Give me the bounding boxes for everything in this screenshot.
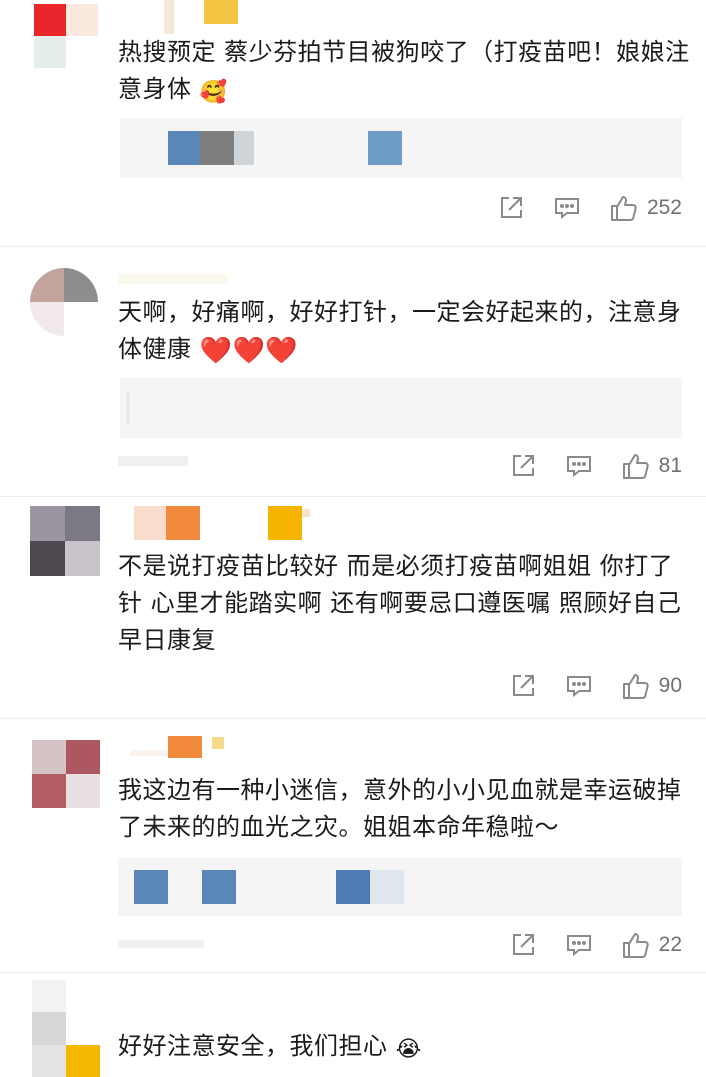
thumbs-up-icon (610, 196, 637, 221)
divider (0, 496, 706, 497)
avatar[interactable] (34, 4, 98, 68)
comment-button[interactable] (565, 672, 593, 700)
comment-button[interactable] (565, 931, 593, 959)
share-button[interactable] (509, 931, 537, 959)
share-icon (512, 455, 534, 476)
comment-item: 我这边有一种小迷信，意外的小小见血就是幸运破掉了未来的的血光之灾。姐姐本命年稳啦… (0, 730, 706, 970)
avatar[interactable] (30, 268, 98, 336)
like-count: 81 (658, 454, 682, 477)
comment-text: 天啊，好痛啊，好好打针，一定会好起来的，注意身体健康 ❤️❤️❤️ (118, 294, 693, 368)
like-button[interactable]: 81 (621, 451, 682, 481)
username-pixelated[interactable] (118, 262, 228, 296)
thumbs-up-icon (622, 454, 649, 479)
reply-preview[interactable] (120, 378, 682, 438)
divider (0, 972, 706, 973)
comment-text: 不是说打疫苗比较好 而是必须打疫苗啊姐姐 你打了针 心里才能踏实啊 还有啊要忌口… (118, 548, 693, 659)
comment-item: 热搜预定 蔡少芬拍节目被狗咬了（打疫苗吧！娘娘注意身体 🥰 252 (0, 0, 706, 240)
divider (0, 246, 706, 247)
username-pixelated[interactable] (134, 506, 310, 540)
like-button[interactable]: 90 (621, 671, 682, 701)
comment-item: 好好注意安全，我们担心 😭 (0, 976, 706, 1077)
comment-text: 好好注意安全，我们担心 😭 (118, 1028, 693, 1065)
action-bar: 252 (469, 193, 682, 223)
share-icon (512, 934, 534, 955)
timestamp-blurred (118, 456, 188, 466)
action-bar: 22 (481, 930, 682, 960)
like-count: 252 (646, 196, 682, 219)
username-pixelated[interactable] (130, 736, 224, 770)
like-count: 22 (658, 933, 682, 956)
share-icon (512, 675, 534, 696)
comment-icon (554, 198, 579, 220)
action-bar: 81 (481, 451, 682, 481)
avatar[interactable] (30, 506, 100, 576)
like-button[interactable]: 22 (621, 930, 682, 960)
like-button[interactable]: 252 (609, 193, 682, 223)
comment-text-content: 好好注意安全，我们担心 (118, 1032, 388, 1060)
comment-button[interactable] (565, 452, 593, 480)
comment-item: 天啊，好痛啊，好好打针，一定会好起来的，注意身体健康 ❤️❤️❤️ 81 (0, 258, 706, 498)
reply-preview[interactable] (120, 118, 682, 178)
comment-item: 不是说打疫苗比较好 而是必须打疫苗啊姐姐 你打了针 心里才能踏实啊 还有啊要忌口… (0, 500, 706, 720)
action-bar: 90 (481, 671, 682, 701)
like-count: 90 (658, 674, 682, 697)
thumbs-up-icon (622, 674, 649, 699)
username-pixelated[interactable] (118, 0, 238, 34)
share-button[interactable] (497, 194, 525, 222)
avatar[interactable] (32, 740, 100, 808)
comment-text-content: 我这边有一种小迷信，意外的小小见血就是幸运破掉了未来的的血光之灾。姐姐本命年稳啦… (118, 776, 682, 841)
avatar[interactable] (32, 980, 100, 1077)
comment-icon (566, 456, 591, 478)
red-heart-emoji: ❤️❤️❤️ (199, 336, 299, 366)
share-button[interactable] (509, 672, 537, 700)
share-button[interactable] (509, 452, 537, 480)
thumbs-up-icon (622, 933, 649, 958)
comment-text: 我这边有一种小迷信，意外的小小见血就是幸运破掉了未来的的血光之灾。姐姐本命年稳啦… (118, 772, 693, 846)
share-icon (500, 197, 522, 218)
comment-button[interactable] (553, 194, 581, 222)
comment-icon (566, 676, 591, 698)
divider (0, 718, 706, 719)
comment-text: 热搜预定 蔡少芬拍节目被狗咬了（打疫苗吧！娘娘注意身体 🥰 (118, 34, 693, 108)
comment-text-content: 不是说打疫苗比较好 而是必须打疫苗啊姐姐 你打了针 心里才能踏实啊 还有啊要忌口… (118, 552, 682, 654)
comment-icon (566, 935, 591, 957)
timestamp-blurred (118, 940, 204, 948)
crying-face-emoji: 😭 (395, 1037, 422, 1062)
reply-preview[interactable] (118, 858, 682, 916)
smiling-hearts-emoji: 🥰 (199, 80, 228, 105)
